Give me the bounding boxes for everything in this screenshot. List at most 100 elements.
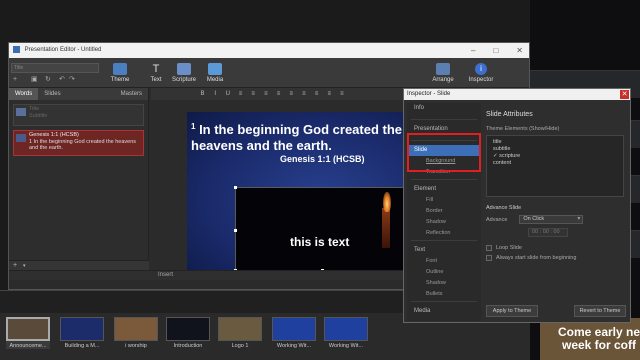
refresh-icon[interactable]: ↻ xyxy=(45,76,53,84)
nav-text[interactable]: Text xyxy=(407,245,481,256)
add-slide-icon[interactable]: + xyxy=(13,262,17,269)
slide-list-item[interactable]: Title Subtitle xyxy=(13,104,144,126)
nav-info[interactable]: Info xyxy=(407,103,481,114)
library-item[interactable]: i worship xyxy=(114,317,158,349)
theme-icon xyxy=(113,63,127,75)
library-label: Building a M... xyxy=(64,343,100,349)
advance-select[interactable]: On Click xyxy=(519,215,584,224)
add-icon[interactable]: + xyxy=(13,76,21,84)
nav-shadow[interactable]: Shadow xyxy=(407,217,481,228)
library-label: Logo 1 xyxy=(231,343,249,349)
slides-panel: Words Slides Masters Title Subtitle Gene… xyxy=(9,88,149,260)
library-thumbnail xyxy=(218,317,262,341)
library-item[interactable]: Working Wit... xyxy=(324,317,368,349)
always-start-checkbox[interactable] xyxy=(486,255,492,261)
nav-font[interactable]: Font xyxy=(407,256,481,267)
tab-masters[interactable]: Masters xyxy=(115,88,148,100)
promo-text: Come early ne week for coff xyxy=(557,325,640,352)
library-thumbnail xyxy=(114,317,158,341)
loop-label: Loop Slide xyxy=(496,245,522,251)
slide-thumbnail xyxy=(16,108,26,116)
valign-icon[interactable]: ≡ xyxy=(324,88,335,100)
scripture-text[interactable]: 1 In the beginning God created the heave… xyxy=(191,122,410,154)
scripture-reference[interactable]: Genesis 1:1 (HCSB) xyxy=(280,154,365,164)
title-input[interactable]: Title xyxy=(11,63,99,73)
italic-icon[interactable]: I xyxy=(210,88,221,100)
bold-icon[interactable]: B xyxy=(197,88,208,100)
nav-border[interactable]: Border xyxy=(407,206,481,217)
advance-slide-heading: Advance Slide xyxy=(486,205,522,211)
nav-text-shadow[interactable]: Shadow xyxy=(407,278,481,289)
align-center-icon[interactable]: ≡ xyxy=(248,88,259,100)
library-item[interactable]: Introduction xyxy=(166,317,210,349)
editor-titlebar: Presentation Editor - Untitled – □ ✕ xyxy=(9,43,529,58)
scripture-icon xyxy=(177,63,191,75)
close-icon[interactable]: ✕ xyxy=(516,43,523,58)
left-tabs: Words Slides Masters xyxy=(9,88,148,100)
undo-icon[interactable]: ↶ xyxy=(59,76,67,84)
nav-bullets[interactable]: Bullets xyxy=(407,289,481,300)
resize-handle[interactable] xyxy=(234,229,237,232)
maximize-icon[interactable]: □ xyxy=(493,43,498,58)
inspector-label: Inspector xyxy=(468,77,494,83)
arrange-button[interactable]: Arrange xyxy=(430,61,456,87)
close-icon[interactable]: ✕ xyxy=(620,90,629,99)
advance-label: Advance xyxy=(486,216,508,223)
tab-words[interactable]: Words xyxy=(9,88,39,100)
editor-title: Presentation Editor - Untitled xyxy=(24,47,102,53)
library-label: Introduction xyxy=(173,343,203,349)
indent-icon[interactable]: ≡ xyxy=(311,88,322,100)
tab-slides[interactable]: Slides xyxy=(38,88,66,100)
print-icon[interactable]: ▣ xyxy=(31,76,39,84)
theme-element-item[interactable]: title xyxy=(493,139,617,146)
text-button[interactable]: T Text xyxy=(143,61,169,87)
library-thumbnail xyxy=(272,317,316,341)
list-icon[interactable]: ≡ xyxy=(298,88,309,100)
align-left-icon[interactable]: ≡ xyxy=(235,88,246,100)
theme-button[interactable]: Theme xyxy=(107,61,133,87)
theme-element-item[interactable]: content xyxy=(493,160,617,167)
loop-checkbox[interactable] xyxy=(486,245,492,251)
redo-icon[interactable]: ↷ xyxy=(69,76,77,84)
textbox-text[interactable]: this is text xyxy=(290,235,349,249)
underline-icon[interactable]: U xyxy=(222,88,233,100)
slide-list-item-selected[interactable]: Genesis 1:1 (HCSB) 1 In the beginning Go… xyxy=(13,130,144,156)
more-icon[interactable]: ≡ xyxy=(336,88,347,100)
library-thumbnail xyxy=(166,317,210,341)
justify-icon[interactable]: ≡ xyxy=(273,88,284,100)
theme-elements-list[interactable]: title subtitle ✓ scripture content xyxy=(486,135,624,197)
scripture-button[interactable]: Scripture xyxy=(171,61,197,87)
resize-handle[interactable] xyxy=(234,186,237,189)
inspector-content: Slide Attributes Theme Elements (Show/Hi… xyxy=(484,103,629,321)
text-box-selection[interactable] xyxy=(235,187,410,270)
revert-to-theme-button[interactable]: Revert to Theme xyxy=(574,305,626,317)
nav-outline[interactable]: Outline xyxy=(407,267,481,278)
library-label: Working Wit... xyxy=(328,343,364,349)
app-icon xyxy=(13,45,20,53)
theme-element-item[interactable]: ✓ scripture xyxy=(493,153,617,160)
advance-time-field[interactable]: 00 : 00 : 00 xyxy=(528,228,568,237)
theme-element-item[interactable]: subtitle xyxy=(493,146,617,153)
apply-to-theme-button[interactable]: Apply to Theme xyxy=(486,305,538,317)
nav-fill[interactable]: Fill xyxy=(407,195,481,206)
library-item[interactable]: Announceme... xyxy=(6,317,50,349)
nav-element[interactable]: Element xyxy=(407,184,481,195)
scripture-label: Scripture xyxy=(171,77,196,83)
nav-media[interactable]: Media xyxy=(407,306,481,317)
nav-reflection[interactable]: Reflection xyxy=(407,228,481,239)
align-right-icon[interactable]: ≡ xyxy=(260,88,271,100)
library-item[interactable]: Working Wit... xyxy=(272,317,316,349)
highlight-box xyxy=(407,133,481,172)
spacing-icon[interactable]: ≡ xyxy=(286,88,297,100)
minimize-icon[interactable]: – xyxy=(471,43,475,58)
always-start-label: Always start slide from beginning xyxy=(496,255,577,261)
library-item[interactable]: Logo 1 xyxy=(218,317,262,349)
promo-thumbnail[interactable]: Come early ne week for coff xyxy=(540,318,640,360)
library-label: Working Wit... xyxy=(276,343,312,349)
inspector-button[interactable]: i Inspector xyxy=(468,61,494,87)
insert-label[interactable]: Insert xyxy=(158,272,173,278)
library-item[interactable]: Building a M... xyxy=(60,317,104,349)
slide-canvas[interactable]: 1 In the beginning God created the heave… xyxy=(187,112,410,270)
dropdown-icon[interactable]: ▾ xyxy=(23,263,26,269)
media-button[interactable]: Media xyxy=(202,61,228,87)
